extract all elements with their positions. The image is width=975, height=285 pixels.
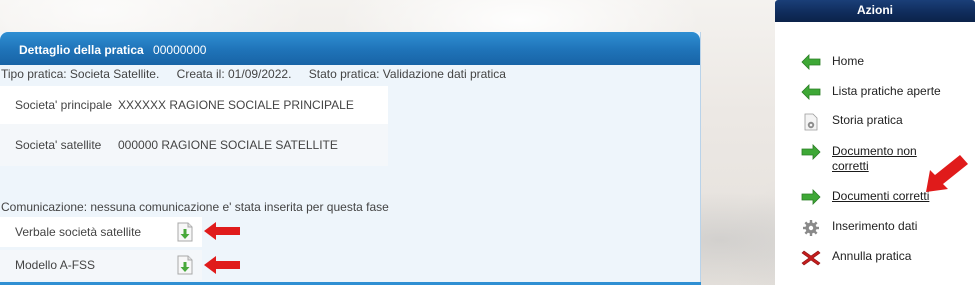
- sidebar-title: Azioni: [775, 0, 975, 22]
- actions-sidebar: Azioni Home Lista pratiche aperte Storia…: [775, 0, 975, 285]
- annotation-arrow-icon: [204, 256, 240, 274]
- red-x-icon: [801, 250, 821, 266]
- sidebar-item-label: Storia pratica: [832, 113, 903, 127]
- row-label: Societa' principale: [15, 97, 113, 112]
- document-label: Verbale società satellite: [15, 225, 142, 239]
- green-arrow-left-icon: [801, 54, 821, 70]
- companies-table: Societa' principale XXXXXX RAGIONE SOCIA…: [0, 86, 388, 166]
- table-row: Societa' satellite 000000 RAGIONE SOCIAL…: [0, 124, 388, 166]
- row-value: XXXXXX RAGIONE SOCIALE PRINCIPALE: [118, 98, 354, 112]
- green-arrow-right-icon: [801, 144, 821, 160]
- tipo-pratica: Tipo pratica: Societa Satellite.: [1, 67, 160, 81]
- gear-icon: [803, 220, 819, 236]
- green-arrow-left-icon: [801, 84, 821, 100]
- document-row-modello: Modello A-FSS: [0, 250, 202, 280]
- sidebar-item-annulla[interactable]: Annulla pratica: [801, 249, 911, 267]
- document-row-verbale: Verbale società satellite: [0, 217, 202, 247]
- sidebar-item-label: Home: [832, 54, 865, 68]
- sidebar-item-label: Documenti corretti: [832, 189, 930, 203]
- sidebar-item-documento-non-corretti[interactable]: Documento non corretti: [801, 144, 942, 174]
- sidebar-item-storia[interactable]: Storia pratica: [801, 113, 903, 131]
- sidebar-item-documenti-corretti[interactable]: Documenti corretti: [801, 189, 929, 205]
- pratica-number: 00000000: [153, 43, 207, 57]
- sidebar-item-label: Lista pratiche aperte: [832, 84, 941, 98]
- green-arrow-right-icon: [801, 189, 821, 205]
- sidebar-item-label: Inserimento dati: [832, 219, 918, 233]
- table-row: Societa' principale XXXXXX RAGIONE SOCIA…: [0, 86, 388, 124]
- annotation-arrow-icon: [204, 222, 240, 240]
- download-document-icon[interactable]: [177, 255, 193, 275]
- sidebar-item-home[interactable]: Home: [801, 54, 864, 70]
- download-document-icon[interactable]: [177, 222, 193, 242]
- communication-text: Comunicazione: nessuna comunicazione e' …: [1, 200, 389, 214]
- detail-panel: Dettaglio della pratica 00000000 Tipo pr…: [0, 32, 701, 285]
- row-label: Societa' satellite: [15, 137, 102, 152]
- panel-title: Dettaglio della pratica: [19, 43, 144, 57]
- sidebar-item-inserimento-dati[interactable]: Inserimento dati: [801, 219, 917, 237]
- row-value: 000000 RAGIONE SOCIALE SATELLITE: [118, 138, 338, 152]
- sidebar-item-label: Annulla pratica: [832, 249, 912, 263]
- panel-header: Dettaglio della pratica 00000000: [0, 32, 700, 65]
- stato-pratica: Stato pratica: Validazione dati pratica: [308, 67, 506, 81]
- annotation-arrow-icon: [926, 155, 968, 192]
- sidebar-item-lista-pratiche[interactable]: Lista pratiche aperte: [801, 84, 941, 100]
- creata-il: Creata il: 01/09/2022.: [176, 67, 292, 81]
- document-label: Modello A-FSS: [15, 258, 96, 272]
- info-line: Tipo pratica: Societa Satellite. Creata …: [1, 67, 520, 81]
- document-gear-icon: [804, 113, 818, 131]
